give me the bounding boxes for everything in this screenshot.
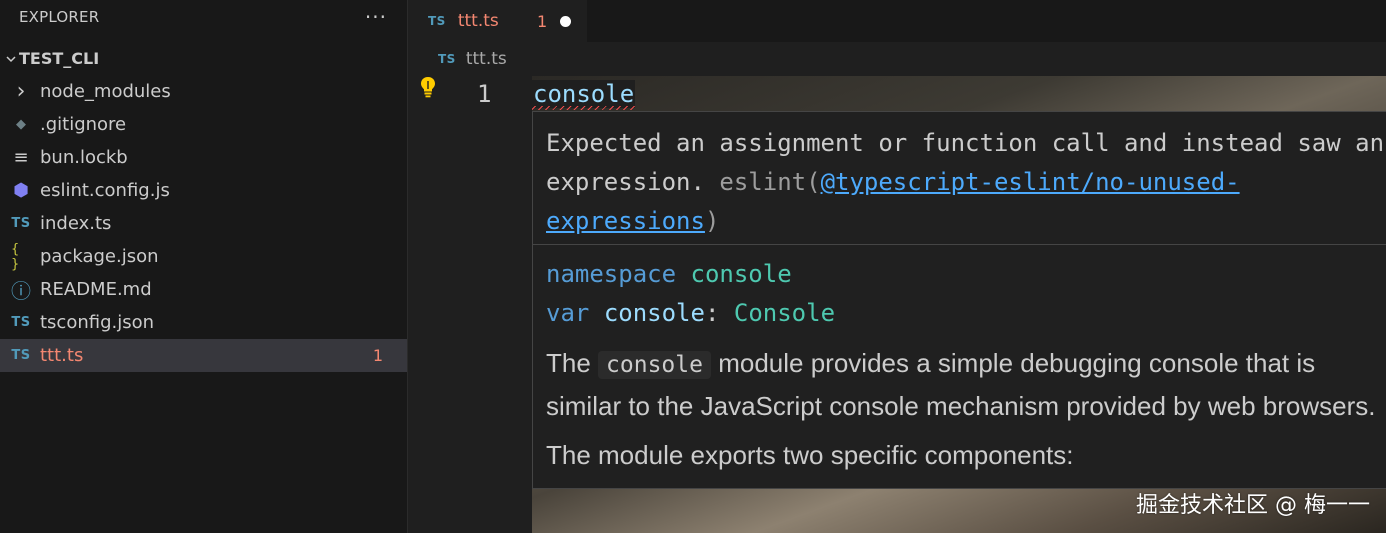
explorer-sidebar: EXPLORER ··· TEST_CLI › node_modules ◆ .git… [0, 0, 408, 533]
tree-item-label: eslint.config.js [40, 180, 170, 201]
tree-item-label: README.md [40, 279, 152, 300]
line-number: 1 [477, 80, 492, 108]
eslint-icon: ⬢ [13, 180, 29, 201]
keyword: var [546, 299, 590, 327]
diagnostic-line-3: expressions) [546, 202, 1379, 241]
tree-item-label: index.ts [40, 213, 112, 234]
diagnostic-message: Expected an assignment or function call … [533, 112, 1386, 245]
tsconfig-icon: TS [11, 315, 31, 330]
code-token-console[interactable]: console [532, 80, 636, 110]
signature-line-1: namespace console [546, 255, 1378, 294]
doc-text: similar to the JavaScript console mechan… [546, 391, 1376, 421]
editor-area: TS ttt.ts 1 TS ttt.ts 1 console Expected… [409, 0, 1386, 533]
diagnostic-text: expression. [546, 168, 705, 196]
workspace-root-name: TEST_CLI [19, 49, 100, 68]
tree-item-index-ts[interactable]: TS index.ts [0, 207, 407, 240]
workspace-root-folder[interactable]: TEST_CLI [0, 42, 407, 75]
explorer-header: EXPLORER ··· [0, 0, 407, 34]
tree-item-label: package.json [40, 246, 159, 267]
lightbulb-icon[interactable] [419, 76, 437, 98]
keyword: namespace [546, 260, 677, 288]
doc-paragraph-2: The module exports two specific componen… [546, 440, 1074, 470]
unsaved-dot-icon[interactable] [560, 15, 571, 27]
eslint-rule-link-cont[interactable]: expressions [546, 207, 705, 235]
variable-name: console [603, 299, 705, 327]
tree-item-label: tsconfig.json [40, 312, 155, 333]
chevron-right-icon: › [16, 79, 26, 104]
watermark-text: 掘金技术社区 @ 梅一一 [1136, 493, 1370, 518]
signature-line-2: var console: Console [546, 294, 1378, 333]
more-actions-button[interactable]: ··· [365, 7, 387, 27]
diagnostic-line-1: Expected an assignment or function call … [546, 129, 1385, 157]
hover-widget: Expected an assignment or function call … [532, 111, 1386, 489]
namespace-name: console [690, 260, 792, 288]
tree-item-package-json[interactable]: { } package.json [0, 240, 407, 273]
type-name: Console [733, 299, 836, 327]
typescript-icon: TS [428, 14, 446, 28]
json-icon: { } [11, 241, 20, 272]
chevron-down-icon [2, 50, 19, 67]
code-line[interactable]: console [532, 76, 636, 112]
tree-item-ttt-ts[interactable]: TS ttt.ts 1 [0, 339, 407, 372]
file-tree: › node_modules ◆ .gitignore ≡ bun.lockb ⬢ eslin… [0, 75, 407, 372]
inline-code: console [598, 351, 711, 379]
doc-paragraph-1: The console module provides a simple deb… [546, 343, 1378, 427]
tree-item-bun-lockb[interactable]: ≡ bun.lockb [0, 141, 407, 174]
error-squiggle [532, 106, 636, 110]
diagnostic-line-2: expression. eslint(@typescript-eslint/no… [546, 163, 1379, 202]
typescript-icon: TS [11, 348, 31, 363]
tree-item-label: node_modules [40, 81, 171, 102]
breadcrumb: TS ttt.ts [409, 42, 1386, 76]
tab-ttt-ts[interactable]: TS ttt.ts 1 [409, 0, 587, 42]
diagnostic-source: eslint( [719, 168, 821, 196]
type-signature: namespace console var console: Console [533, 245, 1386, 333]
diagnostic-close: ) [704, 207, 720, 235]
tab-label: ttt.ts [457, 11, 499, 31]
eslint-rule-link[interactable]: @typescript-eslint/no-unused- [821, 168, 1240, 196]
tree-item-readme-md[interactable]: ⓘ README.md [0, 273, 407, 306]
tree-item-label: ttt.ts [40, 345, 84, 366]
doc-text: module provides a simple debugging conso… [718, 348, 1316, 378]
tree-item-node-modules[interactable]: › node_modules [0, 75, 407, 108]
doc-text: The [546, 348, 591, 378]
tree-item-gitignore[interactable]: ◆ .gitignore [0, 108, 407, 141]
tree-item-label: bun.lockb [40, 147, 128, 168]
tab-problem-count: 1 [537, 11, 548, 31]
code-text: console [533, 80, 635, 108]
breadcrumb-file[interactable]: ttt.ts [466, 49, 507, 69]
documentation: The console module provides a simple deb… [533, 333, 1386, 476]
tab-bar: TS ttt.ts 1 [409, 0, 1386, 42]
problem-count-badge: 1 [372, 346, 383, 365]
tree-item-label: .gitignore [40, 114, 127, 135]
punctuation: : [704, 299, 720, 327]
lines-icon: ≡ [13, 147, 29, 168]
tree-item-tsconfig-json[interactable]: TS tsconfig.json [0, 306, 407, 339]
git-icon: ◆ [16, 117, 26, 132]
tree-item-eslint-config-js[interactable]: ⬢ eslint.config.js [0, 174, 407, 207]
typescript-icon: TS [11, 216, 31, 231]
typescript-icon: TS [438, 52, 456, 66]
explorer-title: EXPLORER [19, 8, 100, 26]
info-icon: ⓘ [11, 279, 31, 303]
